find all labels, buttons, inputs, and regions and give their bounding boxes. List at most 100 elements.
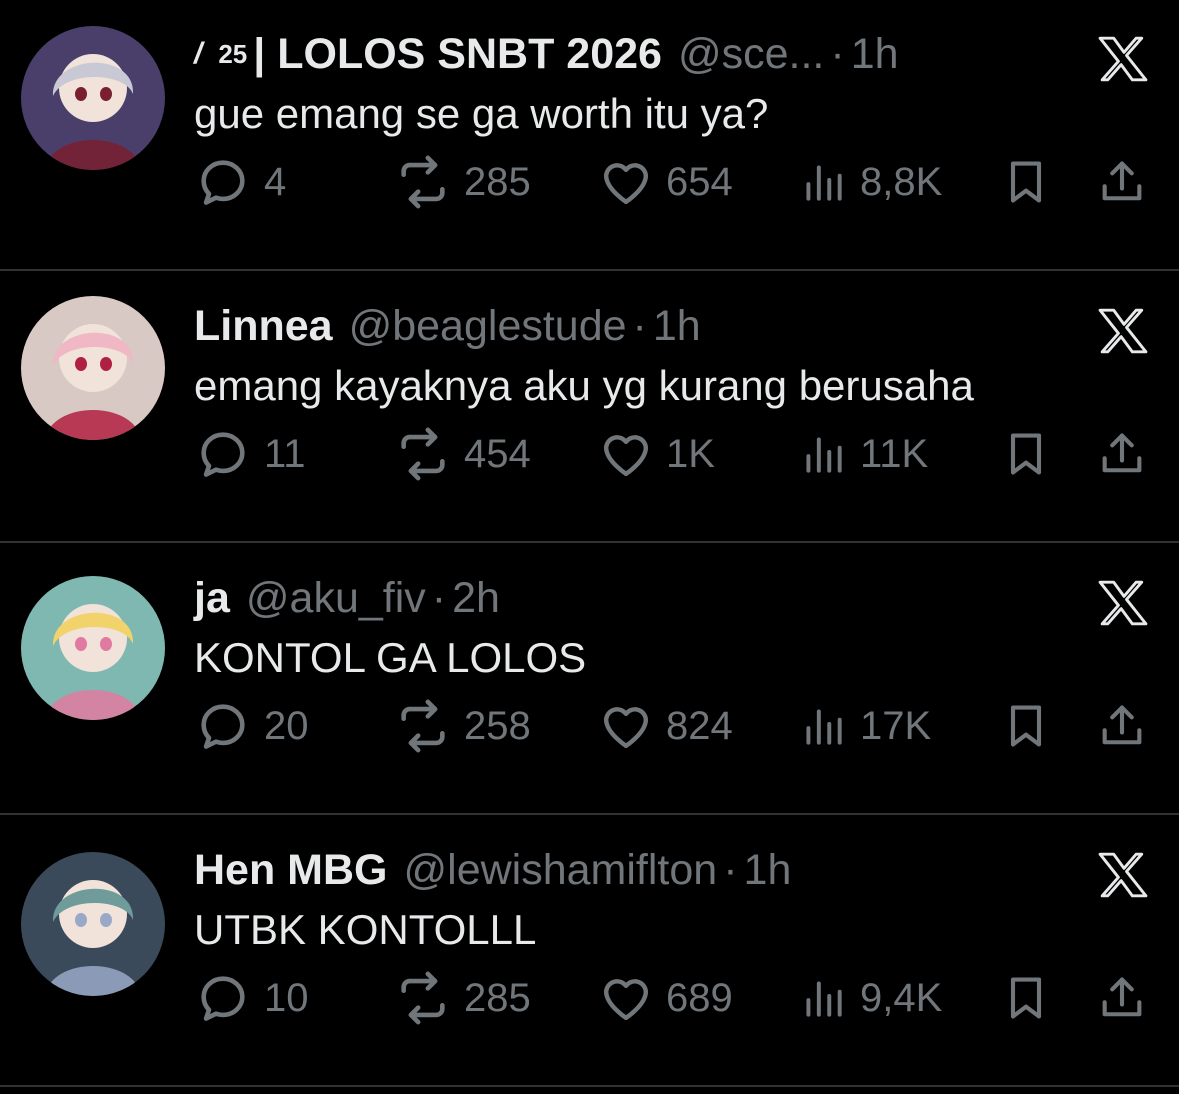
repost-icon [401, 155, 445, 209]
heart-icon [603, 163, 649, 205]
like-button[interactable]: 689 [598, 968, 733, 1028]
tweet-item[interactable]: / 25 | LOLOS SNBT 2026 @sce... · 1h gue em… [0, 0, 1179, 272]
separator: · [632, 301, 647, 350]
handle[interactable]: @sce... [678, 30, 824, 79]
separator: · [723, 845, 738, 894]
share-icon [1102, 977, 1142, 1017]
share-button[interactable] [1096, 968, 1148, 1028]
views-icon [806, 437, 842, 473]
repost-button[interactable]: 454 [394, 424, 531, 484]
heart-icon [603, 979, 649, 1021]
heart-icon [603, 435, 649, 477]
likes-count: 824 [666, 703, 733, 748]
x-logo-icon[interactable] [1098, 308, 1148, 354]
reply-button[interactable]: 11 [194, 424, 306, 484]
views-button[interactable]: 8,8K [798, 152, 942, 212]
avatar-illustration [21, 296, 165, 440]
bookmark-button[interactable] [1000, 968, 1052, 1028]
repost-button[interactable]: 285 [394, 968, 531, 1028]
reply-icon [201, 976, 245, 1021]
reply-button[interactable]: 10 [194, 968, 309, 1028]
display-name[interactable]: Hen MBG [194, 846, 388, 895]
replies-count: 4 [264, 159, 287, 204]
avatar[interactable] [21, 576, 165, 720]
bookmark-icon [1010, 161, 1042, 203]
tweet-text: gue emang se ga worth itu ya? [194, 90, 769, 137]
like-button[interactable]: 1K [598, 424, 715, 484]
replies-count: 11 [264, 431, 306, 476]
share-button[interactable] [1096, 152, 1148, 212]
reposts-count: 285 [464, 159, 531, 204]
display-name[interactable]: ja [194, 574, 230, 623]
bookmark-button[interactable] [1000, 152, 1052, 212]
avatar[interactable] [21, 26, 165, 170]
tweet-item[interactable]: Hen MBG @lewishamiflton · 1h UTBK KONTOL… [0, 816, 1179, 1088]
handle[interactable]: @aku_fiv [246, 574, 426, 623]
avatar-illustration [21, 852, 165, 996]
share-button[interactable] [1096, 424, 1148, 484]
reply-icon [201, 704, 245, 749]
views-button[interactable]: 9,4K [798, 968, 942, 1028]
share-button[interactable] [1096, 696, 1148, 756]
likes-count: 689 [666, 975, 733, 1020]
repost-icon [401, 971, 445, 1025]
views-count: 9,4K [860, 975, 943, 1020]
tweet-item[interactable]: ja @aku_fiv · 2h KONTOL GA LOLOS 20 258 … [0, 544, 1179, 816]
views-count: 17K [860, 703, 932, 748]
timestamp[interactable]: 2h [452, 574, 500, 623]
reposts-count: 258 [464, 703, 531, 748]
avatar-illustration [21, 576, 165, 720]
repost-button[interactable]: 285 [394, 152, 531, 212]
action-bar: 10 285 689 9,4K [194, 968, 1154, 1028]
timestamp[interactable]: 1h [653, 302, 701, 351]
bookmark-button[interactable] [1000, 424, 1052, 484]
avatar[interactable] [21, 852, 165, 996]
x-logo-icon[interactable] [1098, 852, 1148, 898]
timeline-feed: / 25 | LOLOS SNBT 2026 @sce... · 1h gue em… [0, 0, 1179, 1094]
like-button[interactable]: 824 [598, 696, 733, 756]
x-logo-icon[interactable] [1098, 36, 1148, 82]
repost-button[interactable]: 258 [394, 696, 531, 756]
reposts-count: 454 [464, 431, 531, 476]
bookmark-button[interactable] [1000, 696, 1052, 756]
divider [0, 1085, 1179, 1087]
bookmark-icon [1010, 977, 1042, 1019]
handle[interactable]: @beaglestude [349, 302, 627, 351]
divider [0, 541, 1179, 543]
replies-count: 10 [264, 975, 309, 1020]
bookmark-icon [1010, 433, 1042, 475]
display-name[interactable]: | LOLOS SNBT 2026 [253, 30, 662, 79]
views-button[interactable]: 11K [798, 424, 928, 484]
tweet-text: KONTOL GA LOLOS [194, 634, 587, 681]
divider [0, 813, 1179, 815]
display-name-prefix: / [194, 37, 203, 70]
heart-icon [603, 707, 649, 749]
like-button[interactable]: 654 [598, 152, 733, 212]
x-logo-icon[interactable] [1098, 580, 1148, 626]
reply-icon [201, 160, 245, 205]
views-count: 11K [860, 431, 929, 476]
handle[interactable]: @lewishamiflton [404, 846, 718, 895]
action-bar: 20 258 824 17K [194, 696, 1154, 756]
likes-count: 654 [666, 159, 733, 204]
avatar-illustration [21, 26, 165, 170]
views-icon [806, 709, 842, 745]
tweet-header: Hen MBG @lewishamiflton · 1h [194, 840, 791, 900]
separator: · [431, 573, 447, 622]
avatar[interactable] [21, 296, 165, 440]
reply-icon [201, 432, 245, 477]
action-bar: 4 285 654 8,8K [194, 152, 1154, 212]
timestamp[interactable]: 1h [851, 30, 899, 79]
display-name[interactable]: Linnea [194, 302, 333, 351]
reply-button[interactable]: 20 [194, 696, 309, 756]
action-bar: 11 454 1K 11K [194, 424, 1154, 484]
likes-count: 1K [666, 431, 715, 476]
views-button[interactable]: 17K [798, 696, 931, 756]
tweet-header: ja @aku_fiv · 2h [194, 568, 500, 628]
replies-count: 20 [264, 703, 309, 748]
timestamp[interactable]: 1h [744, 846, 792, 895]
reply-button[interactable]: 4 [194, 152, 286, 212]
tweet-item[interactable]: Linnea @beaglestude · 1h emang kayaknya … [0, 272, 1179, 544]
tweet-text: emang kayaknya aku yg kurang berusaha [194, 362, 974, 409]
display-name-superscript: 25 [218, 38, 248, 69]
